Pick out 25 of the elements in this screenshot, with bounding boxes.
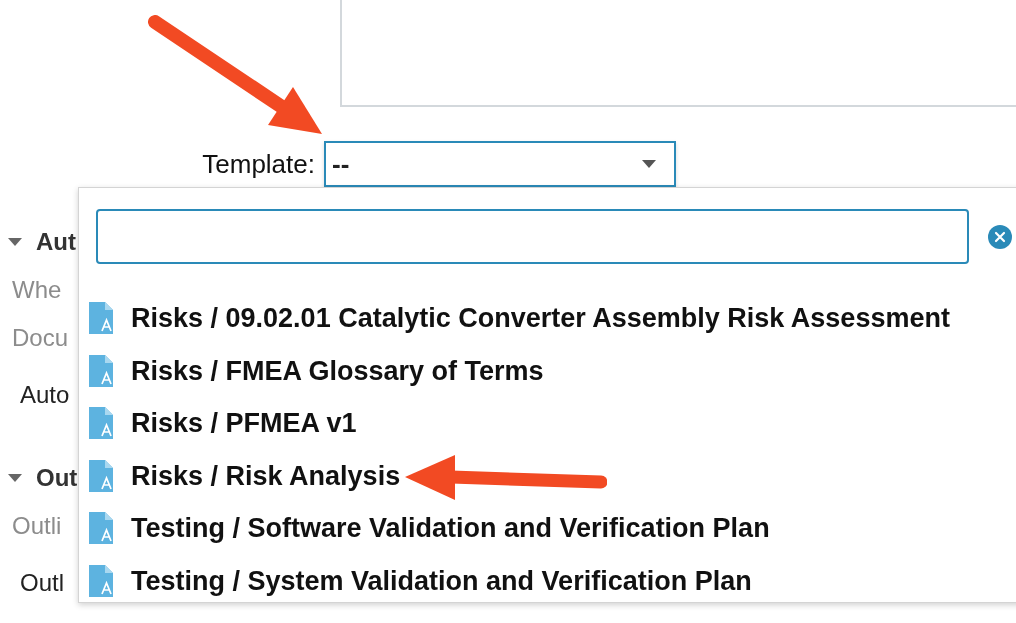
field-label: Auto: [20, 380, 70, 410]
template-option[interactable]: Testing / Software Validation and Verification Plan: [79, 502, 1016, 555]
clear-icon[interactable]: [988, 224, 1012, 249]
field-label: Outl: [20, 568, 64, 598]
template-select[interactable]: --: [324, 141, 676, 187]
caret-icon: [642, 160, 656, 168]
hint-text: Docu: [12, 323, 69, 353]
text-area-field[interactable]: [340, 0, 1016, 107]
search-field[interactable]: [96, 209, 969, 264]
document-icon: [89, 512, 113, 545]
hint-text: Outli: [12, 511, 62, 541]
document-icon: [89, 459, 113, 492]
template-option[interactable]: Risks / FMEA Glossary of Terms: [79, 344, 1016, 397]
template-label: Template:: [202, 147, 315, 181]
template-option[interactable]: Risks / 09.02.01 Catalytic Converter Assembly Risk Assessment: [79, 292, 1016, 345]
document-icon: [89, 564, 113, 597]
template-option[interactable]: Risks / PFMEA v1: [79, 397, 1016, 450]
section-header[interactable]: Aut: [36, 224, 76, 260]
template-option[interactable]: Testing / System Validation and Verification Plan: [79, 554, 1016, 602]
hint-text: Whe: [12, 275, 62, 305]
section-header[interactable]: Out: [36, 460, 78, 496]
document-icon: [89, 354, 113, 387]
document-icon: [89, 302, 113, 335]
document-icon: [89, 407, 113, 440]
template-option[interactable]: Risks / Risk Analysis: [79, 449, 1016, 502]
